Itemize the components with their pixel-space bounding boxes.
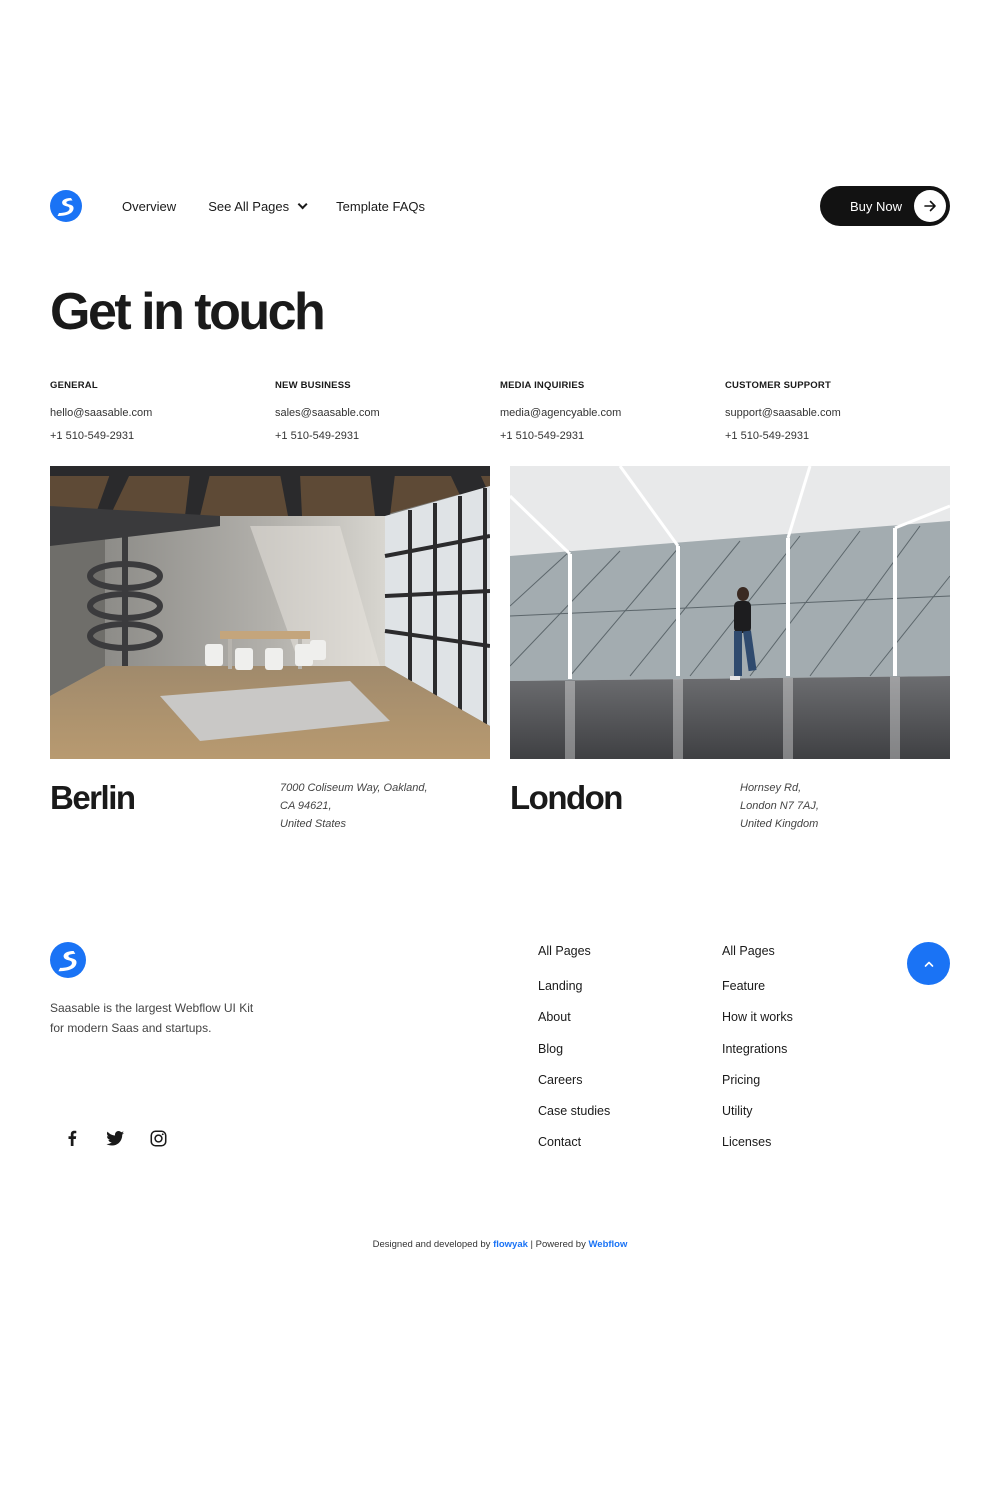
- address-line: United Kingdom: [740, 817, 819, 830]
- footer-column-heading: All Pages: [538, 944, 591, 958]
- contact-category: MEDIA INQUIRIES: [500, 380, 585, 391]
- footer-credits: Designed and developed by flowyak | Powe…: [0, 1239, 1000, 1251]
- contact-category: NEW BUSINESS: [275, 380, 351, 391]
- berlin-office-photo: [50, 466, 490, 759]
- footer-link-how-it-works[interactable]: How it works: [722, 1008, 793, 1026]
- nav-overview-label: Overview: [122, 198, 177, 214]
- nav-template-faqs-label: Template FAQs: [336, 198, 426, 214]
- contact-category: GENERAL: [50, 380, 98, 391]
- contact-email[interactable]: support@saasable.com: [725, 407, 950, 419]
- chevron-up-icon: [924, 961, 933, 967]
- footer-description: Saasable is the largest Webflow UI Kit f…: [50, 1001, 254, 1035]
- contact-phone[interactable]: +1 510-549-2931: [725, 430, 950, 442]
- address-line: 7000 Coliseum Way, Oakland,: [280, 782, 428, 794]
- logo-mark-icon: [57, 198, 74, 216]
- arrow-right-icon: [914, 190, 946, 222]
- contact-phone[interactable]: +1 510-549-2931: [50, 430, 275, 442]
- credits-prefix: Designed and developed by: [372, 1239, 494, 1250]
- office-city-berlin: Berlin: [50, 779, 136, 816]
- footer-link-feature[interactable]: Feature: [722, 977, 793, 995]
- footer-link-blog[interactable]: Blog: [538, 1040, 610, 1058]
- address-line: United States: [280, 817, 347, 830]
- contact-email[interactable]: sales@saasable.com: [275, 407, 500, 419]
- footer-link-integrations[interactable]: Integrations: [722, 1040, 793, 1058]
- footer-link-pricing[interactable]: Pricing: [722, 1071, 793, 1089]
- footer-link-landing[interactable]: Landing: [538, 977, 610, 995]
- footer-link-about[interactable]: About: [538, 1008, 610, 1026]
- footer-link-careers[interactable]: Careers: [538, 1071, 610, 1089]
- contact-support: CUSTOMER SUPPORT support@saasable.com +1…: [725, 380, 950, 442]
- office-address-london: Hornsey Rd, London N7 7AJ, United Kingdo…: [740, 780, 819, 833]
- contact-grid: GENERAL hello@saasable.com +1 510-549-29…: [50, 380, 950, 442]
- contact-category: CUSTOMER SUPPORT: [725, 380, 831, 391]
- designer-link[interactable]: flowyak: [493, 1239, 528, 1250]
- nav-overview[interactable]: Overview: [122, 199, 176, 214]
- address-line: CA 94621,: [280, 799, 332, 812]
- chevron-down-icon: [297, 198, 308, 209]
- contact-email[interactable]: media@agencyable.com: [500, 407, 725, 419]
- address-line: Hornsey Rd,: [740, 782, 802, 794]
- footer-column-heading: All Pages: [722, 944, 775, 958]
- contact-phone[interactable]: +1 510-549-2931: [275, 430, 500, 442]
- social-links: [62, 1128, 191, 1148]
- footer-logo[interactable]: [50, 942, 86, 978]
- footer-links-column: All Pages Landing About Blog Careers Cas…: [538, 942, 610, 1151]
- office-address-berlin: 7000 Coliseum Way, Oakland, CA 94621, Un…: [280, 780, 428, 833]
- footer-link-licenses[interactable]: Licenses: [722, 1133, 793, 1151]
- brand-logo[interactable]: [50, 190, 82, 222]
- credits-separator: | Powered by: [527, 1239, 589, 1250]
- platform-link[interactable]: Webflow: [588, 1239, 627, 1250]
- buy-now-button[interactable]: Buy Now: [820, 186, 950, 226]
- footer-link-contact[interactable]: Contact: [538, 1133, 610, 1151]
- footer-links-column: All Pages Feature How it works Integrati…: [722, 942, 793, 1151]
- contact-email[interactable]: hello@saasable.com: [50, 407, 275, 419]
- nav-see-all-pages-label: See All Pages: [208, 198, 290, 214]
- page-title: Get in touch: [50, 283, 326, 341]
- contact-new-business: NEW BUSINESS sales@saasable.com +1 510-5…: [275, 380, 500, 442]
- twitter-icon[interactable]: [105, 1128, 125, 1148]
- footer-link-utility[interactable]: Utility: [722, 1102, 793, 1120]
- london-office-photo: [510, 466, 950, 759]
- contact-phone[interactable]: +1 510-549-2931: [500, 430, 725, 442]
- contact-general: GENERAL hello@saasable.com +1 510-549-29…: [50, 380, 275, 442]
- main-nav: Overview See All Pages Template FAQs: [122, 186, 457, 226]
- address-line: London N7 7AJ,: [740, 799, 819, 812]
- facebook-icon[interactable]: [62, 1128, 82, 1148]
- office-city-london: London: [510, 779, 623, 816]
- site-header: Overview See All Pages Template FAQs Buy…: [50, 186, 950, 226]
- instagram-icon[interactable]: [148, 1128, 168, 1148]
- nav-template-faqs[interactable]: Template FAQs: [336, 199, 425, 214]
- scroll-to-top-button[interactable]: [907, 942, 950, 985]
- logo-mark-icon: [58, 951, 77, 972]
- buy-now-label: Buy Now: [850, 198, 903, 214]
- nav-see-all-pages[interactable]: See All Pages: [208, 198, 308, 214]
- footer-link-case-studies[interactable]: Case studies: [538, 1102, 610, 1120]
- contact-media: MEDIA INQUIRIES media@agencyable.com +1 …: [500, 380, 725, 442]
